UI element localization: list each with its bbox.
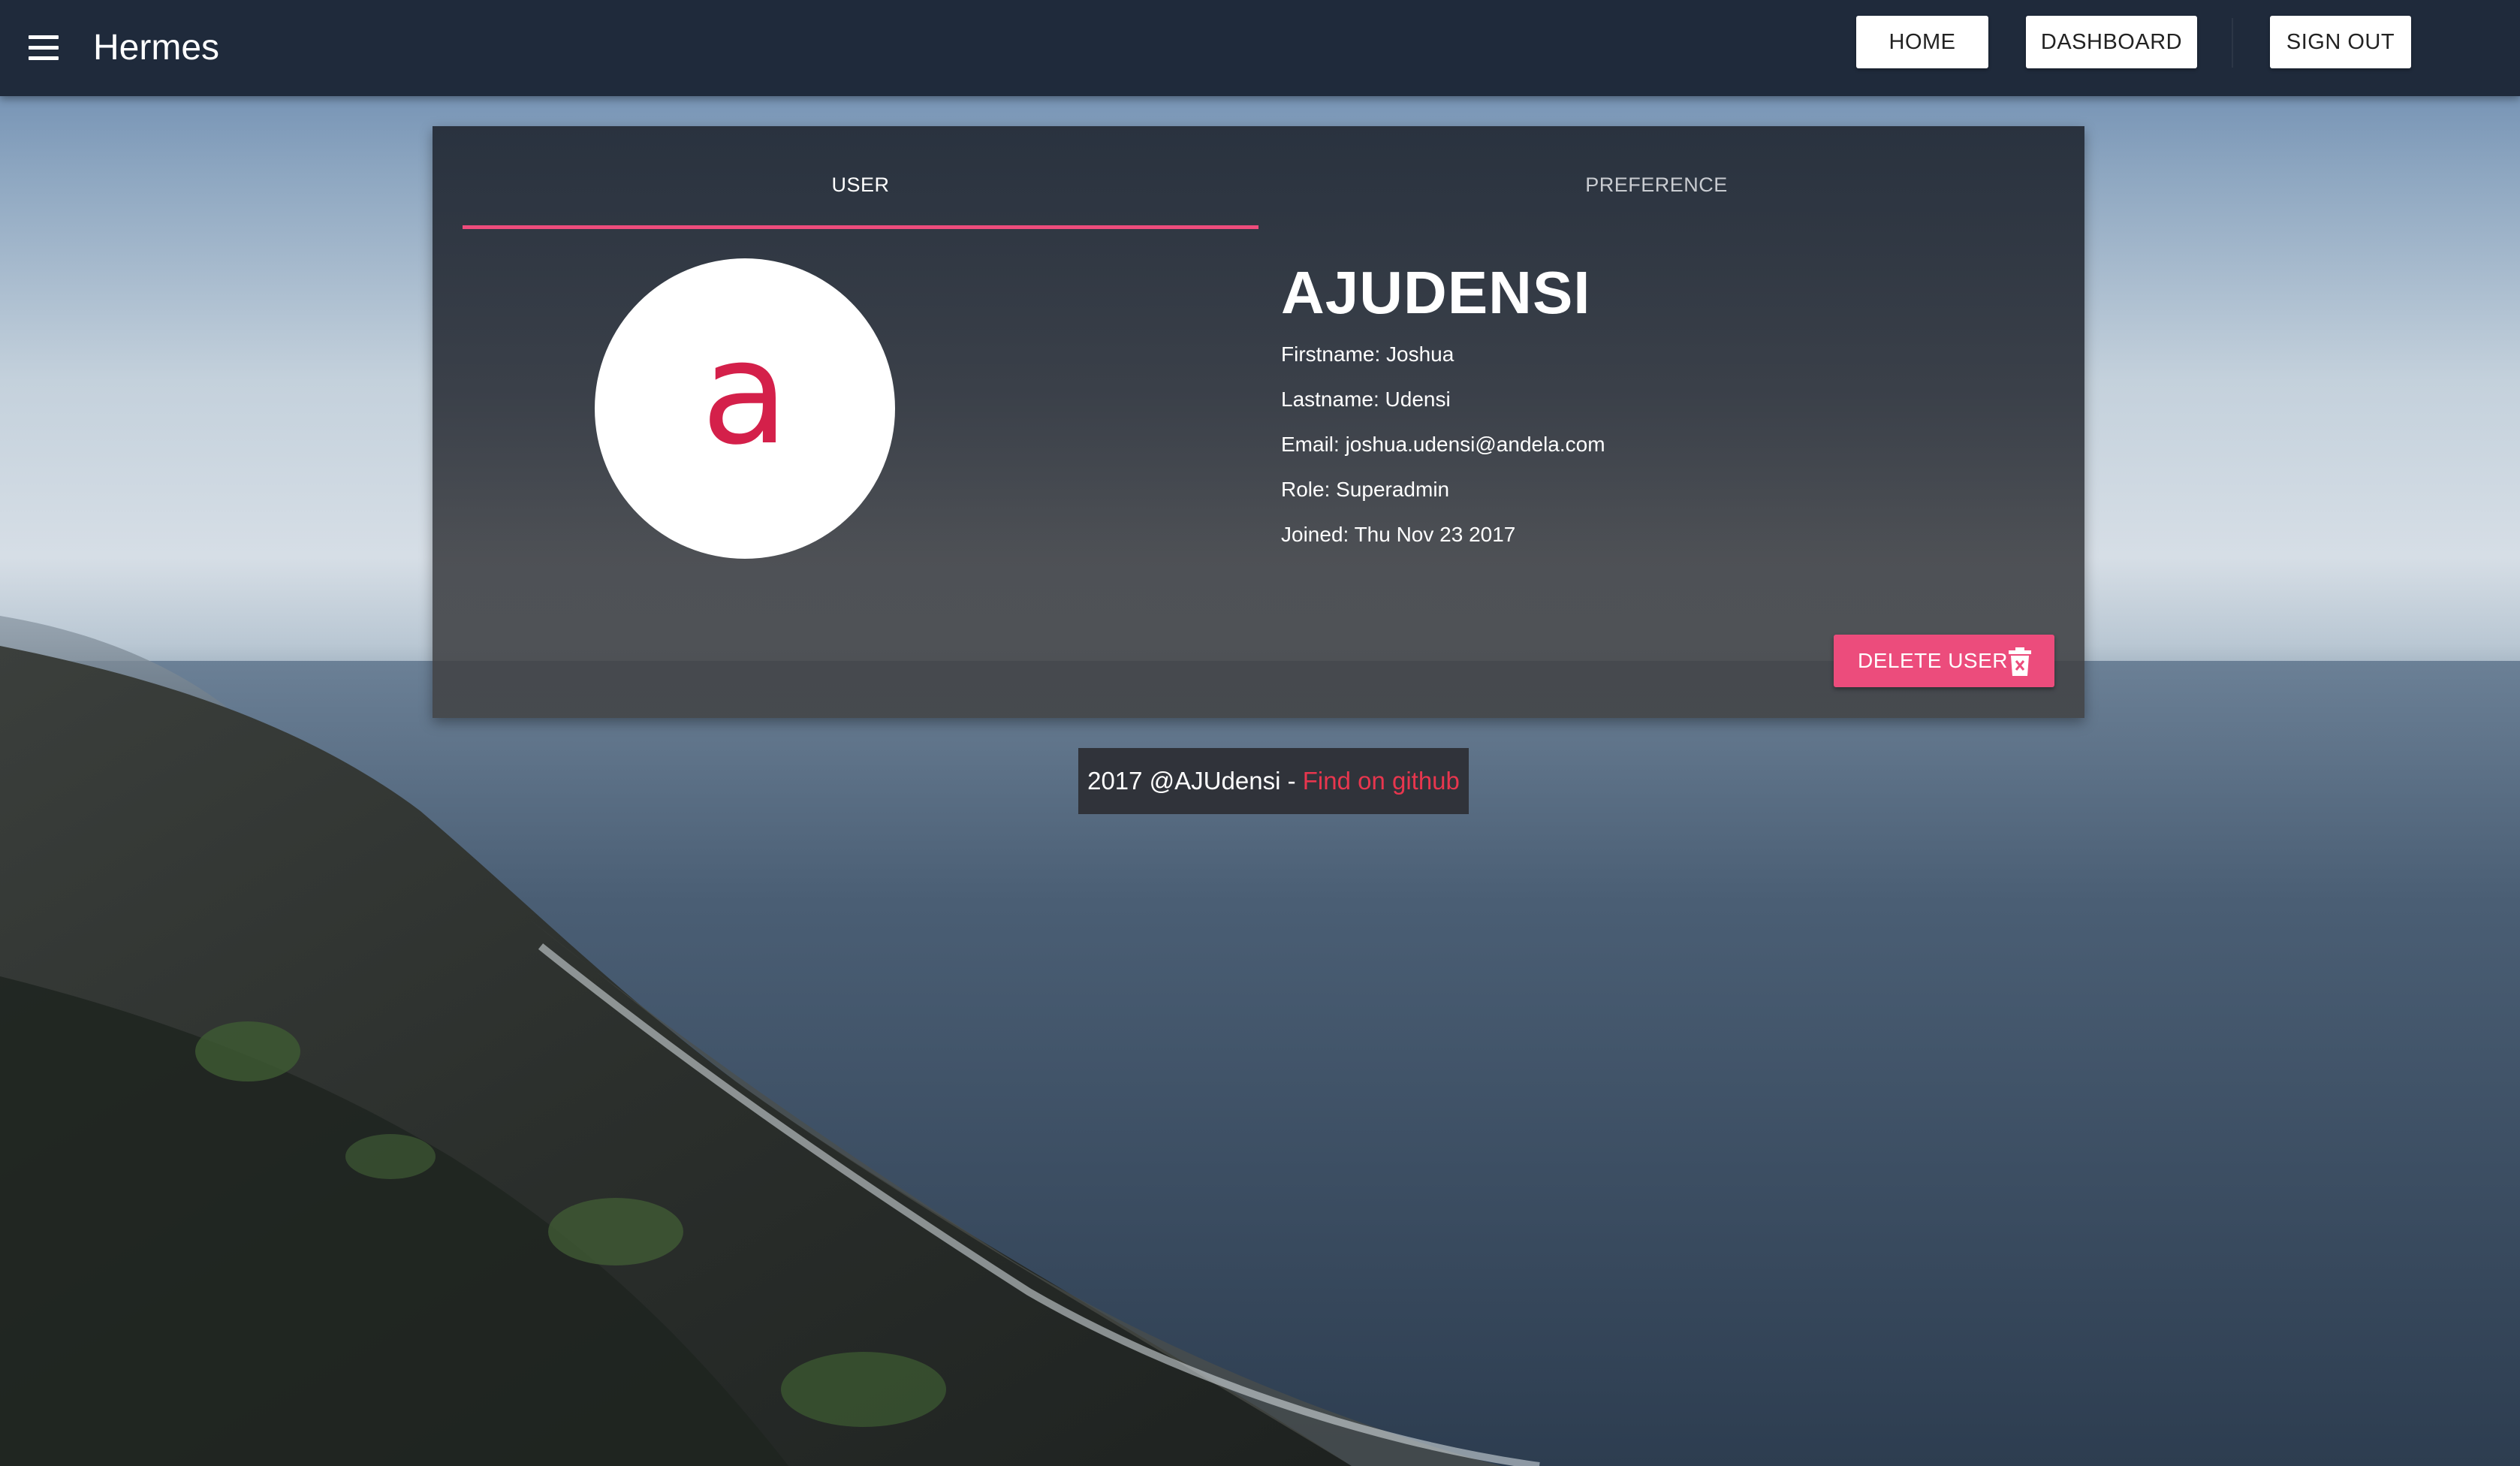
role-field: Role: Superadmin [1281,478,1450,501]
app-title: Hermes [93,28,220,68]
delete-user-label: DELETE USER [1858,649,2008,672]
active-tab-indicator [463,225,1258,229]
lastname-field: Lastname: Udensi [1281,388,1451,411]
footer-text: 2017 @AJUdensi - [1087,767,1303,795]
top-app-bar: Hermes HOME DASHBOARD SIGN OUT [0,0,2520,96]
delete-user-button[interactable]: DELETE USER [1834,635,2054,687]
sign-out-button[interactable]: SIGN OUT [2270,16,2411,68]
profile-card: USER PREFERENCE a AJUDENSI Firstname: Jo… [433,126,2084,718]
home-button[interactable]: HOME [1856,16,1988,68]
github-link[interactable]: Find on github [1303,767,1460,795]
footer: 2017 @AJUdensi - Find on github [1078,748,1469,814]
hamburger-menu-icon[interactable] [29,35,62,61]
joined-field: Joined: Thu Nov 23 2017 [1281,523,1516,546]
username-heading: AJUDENSI [1281,259,1591,326]
tab-preference[interactable]: PREFERENCE [1258,171,2054,239]
firstname-field: Firstname: Joshua [1281,342,1454,366]
email-field: Email: joshua.udensi@andela.com [1281,433,1605,456]
profile-details: AJUDENSI Firstname: Joshua Lastname: Ude… [1281,254,1605,557]
avatar-letter: a [701,310,789,476]
nav-divider [2232,18,2233,68]
dashboard-button[interactable]: DASHBOARD [2026,16,2197,68]
trash-icon [2009,647,2031,676]
avatar: a [595,258,895,559]
